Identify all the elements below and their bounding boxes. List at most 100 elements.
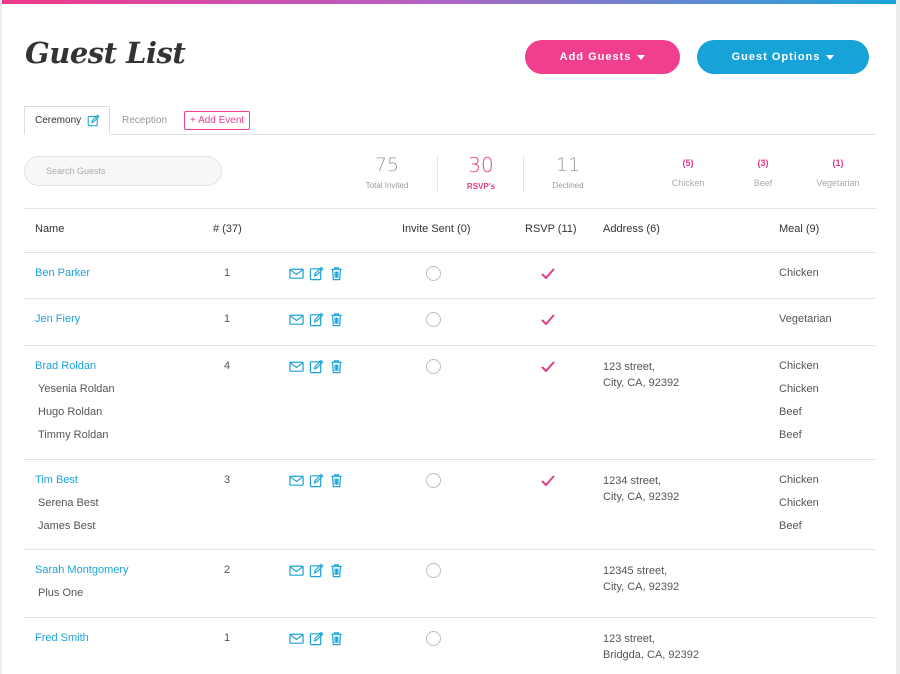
trash-icon[interactable] xyxy=(329,563,344,578)
caret-down-icon xyxy=(826,54,835,60)
meal-choice: Beef xyxy=(779,520,802,532)
guest-name-link[interactable]: Sarah Montgomery xyxy=(35,559,129,582)
mail-icon[interactable] xyxy=(289,312,304,327)
mail-icon[interactable] xyxy=(289,473,304,488)
guest-name-link[interactable]: Tim Best xyxy=(35,469,99,492)
invite-sent-radio[interactable] xyxy=(426,473,441,488)
meal-choice: Beef xyxy=(779,406,802,418)
checkmark-icon xyxy=(541,474,555,488)
tab-reception[interactable]: Reception xyxy=(122,106,167,135)
invite-sent-radio[interactable] xyxy=(426,631,441,646)
search-input[interactable] xyxy=(24,156,222,186)
meal-choice: Chicken xyxy=(779,383,819,395)
guest-address: 1234 street, City, CA, 92392 xyxy=(603,473,679,505)
top-accent-stripe xyxy=(0,0,900,4)
guest-name-cell: Tim Best Serena Best James Best xyxy=(35,469,99,538)
row-actions xyxy=(289,312,344,327)
row-actions xyxy=(289,473,344,488)
trash-icon[interactable] xyxy=(329,312,344,327)
address-line: 12345 street, xyxy=(603,565,668,577)
address-line: 1234 street, xyxy=(603,475,662,487)
address-line: City, CA, 92392 xyxy=(603,581,680,593)
trash-icon[interactable] xyxy=(329,473,344,488)
mail-icon[interactable] xyxy=(289,563,304,578)
party-count: 1 xyxy=(224,267,231,279)
stat-rsvps-label: RSVP's xyxy=(466,182,496,191)
guest-meals: Chicken Chicken Beef Beef xyxy=(779,355,819,447)
mail-icon[interactable] xyxy=(289,266,304,281)
guest-options-label: Guest Options xyxy=(731,51,821,63)
column-header-rsvp[interactable]: RSVP (11) xyxy=(525,223,577,235)
address-line: 123 street, xyxy=(603,361,655,373)
caret-down-icon xyxy=(637,54,646,60)
meal-choice: Chicken xyxy=(779,497,819,509)
guest-name-link[interactable]: Fred Smith xyxy=(35,627,89,650)
tab-ceremony-label: Ceremony xyxy=(35,115,82,126)
guest-address: 123 street, City, CA, 92392 xyxy=(603,359,679,391)
address-line: 123 street, xyxy=(603,633,655,645)
tab-ceremony[interactable]: Ceremony xyxy=(24,106,110,135)
edit-icon[interactable] xyxy=(309,473,324,488)
party-member-name: Hugo Roldan xyxy=(38,406,103,418)
stat-declined: 11 Declined xyxy=(538,154,598,190)
trash-icon[interactable] xyxy=(329,359,344,374)
guest-name-cell: Brad Roldan Yesenia Roldan Hugo Roldan Timm… xyxy=(35,355,115,447)
trash-icon[interactable] xyxy=(329,631,344,646)
party-count: 2 xyxy=(224,564,231,576)
invite-sent-radio[interactable] xyxy=(426,312,441,327)
edit-icon[interactable] xyxy=(309,563,324,578)
trash-icon[interactable] xyxy=(329,266,344,281)
row-divider xyxy=(24,298,876,299)
party-count: 1 xyxy=(224,313,231,325)
mail-icon[interactable] xyxy=(289,631,304,646)
guest-name-cell: Jen Fiery xyxy=(35,308,80,331)
row-actions xyxy=(289,359,344,374)
add-guests-button[interactable]: Add Guests xyxy=(525,40,680,74)
invite-sent-radio[interactable] xyxy=(426,266,441,281)
edit-icon[interactable] xyxy=(309,359,324,374)
guest-address: 123 street, Bridgda, CA, 92392 xyxy=(603,631,699,663)
column-header-address[interactable]: Address (6) xyxy=(603,223,660,235)
checkmark-icon xyxy=(541,313,555,327)
guest-meals: Chicken xyxy=(779,262,819,285)
meal-stat-vegetarian: (1) Vegetarian xyxy=(808,158,868,188)
party-member-name: Yesenia Roldan xyxy=(38,383,115,395)
stat-declined-label: Declined xyxy=(552,181,584,190)
meal-choice: Vegetarian xyxy=(779,313,832,325)
edit-icon[interactable] xyxy=(309,266,324,281)
row-divider xyxy=(24,252,876,253)
column-header-count[interactable]: # (37) xyxy=(213,223,242,235)
guest-name-link[interactable]: Brad Roldan xyxy=(35,355,115,378)
meal-choice: Chicken xyxy=(779,360,819,372)
add-event-button[interactable]: + Add Event xyxy=(184,111,251,130)
mail-icon[interactable] xyxy=(289,359,304,374)
add-guests-label: Add Guests xyxy=(559,51,632,63)
guest-meals: Chicken Chicken Beef xyxy=(779,469,819,538)
frame-left-edge xyxy=(0,0,2,674)
invite-sent-radio[interactable] xyxy=(426,563,441,578)
column-header-invite-sent[interactable]: Invite Sent (0) xyxy=(402,223,470,235)
edit-icon[interactable] xyxy=(87,114,100,127)
frame-right-edge xyxy=(896,0,900,674)
column-header-meal[interactable]: Meal (9) xyxy=(779,223,819,235)
guest-name-link[interactable]: Ben Parker xyxy=(35,262,90,285)
stat-total-invited-value: 75 xyxy=(374,154,400,176)
column-header-name[interactable]: Name xyxy=(35,223,64,235)
edit-icon[interactable] xyxy=(309,631,324,646)
meal-stat-count: (3) xyxy=(757,158,769,168)
meal-stat-count: (1) xyxy=(832,158,844,168)
invite-sent-radio[interactable] xyxy=(426,359,441,374)
row-actions xyxy=(289,631,344,646)
guest-options-button[interactable]: Guest Options xyxy=(697,40,869,74)
meal-stat-label: Chicken xyxy=(671,178,705,188)
guest-name-link[interactable]: Jen Fiery xyxy=(35,308,80,331)
party-member-name: Timmy Roldan xyxy=(38,429,109,441)
meal-stat-chicken: (5) Chicken xyxy=(663,158,713,188)
edit-icon[interactable] xyxy=(309,312,324,327)
meal-stat-beef: (3) Beef xyxy=(743,158,783,188)
row-divider xyxy=(24,617,876,618)
page-title: Guest List xyxy=(25,36,186,70)
address-line: Bridgda, CA, 92392 xyxy=(603,649,700,661)
party-count: 3 xyxy=(224,474,231,486)
party-member-name: Serena Best xyxy=(38,497,99,509)
